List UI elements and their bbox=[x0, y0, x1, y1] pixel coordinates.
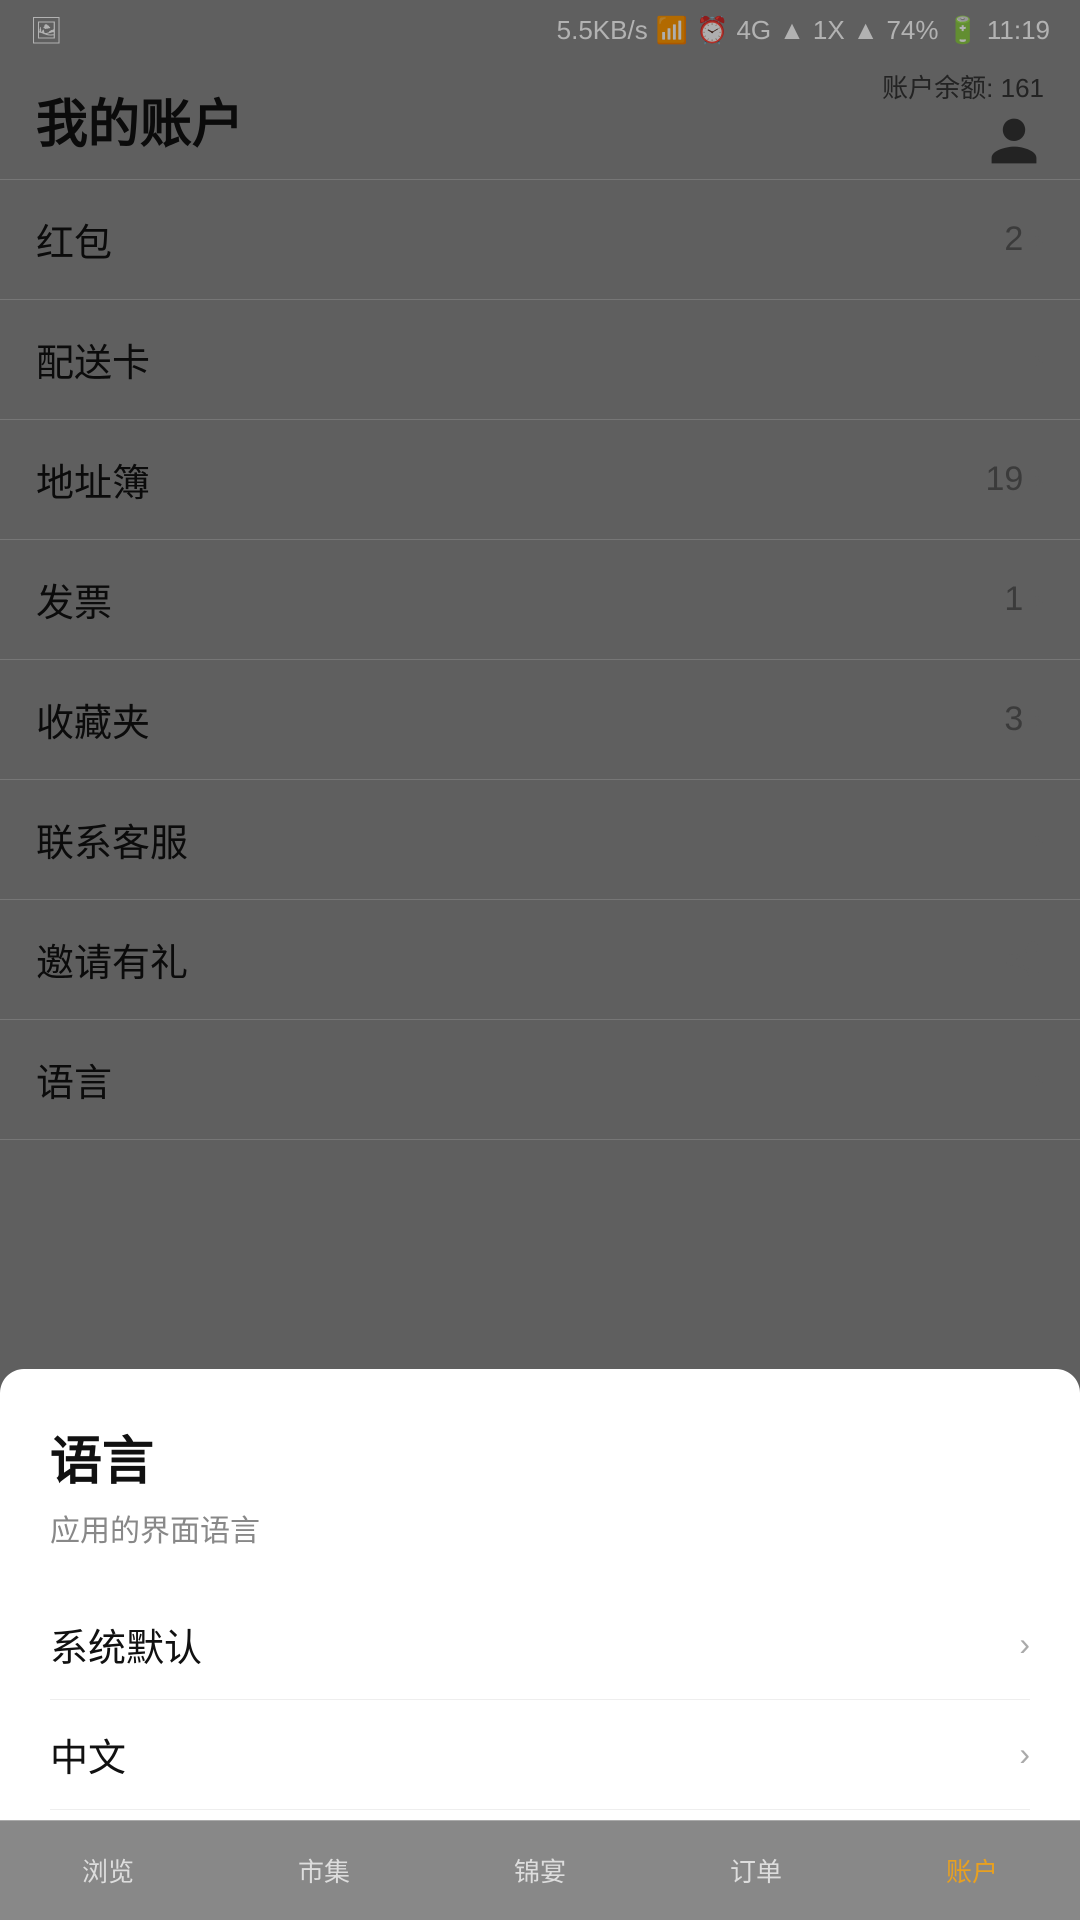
dialog-option-chinese[interactable]: 中文 › bbox=[50, 1700, 1030, 1810]
nav-label-market: 市集 bbox=[298, 1852, 350, 1889]
nav-item-browse[interactable]: 浏览 bbox=[0, 1821, 216, 1920]
nav-label-orders: 订单 bbox=[730, 1852, 782, 1889]
dialog-subtitle: 应用的界面语言 bbox=[50, 1506, 1030, 1550]
nav-item-account[interactable]: 账户 bbox=[864, 1821, 1080, 1920]
dialog-title: 语言 bbox=[50, 1419, 1030, 1494]
option-chevron-chinese: › bbox=[1019, 1736, 1030, 1773]
dialog-overlay[interactable]: 语言 应用的界面语言 系统默认 › 中文 › English › bbox=[0, 0, 1080, 1920]
dialog-option-system-default[interactable]: 系统默认 › bbox=[50, 1590, 1030, 1700]
nav-label-browse: 浏览 bbox=[82, 1852, 134, 1889]
bottom-nav: 浏览 市集 锦宴 订单 账户 bbox=[0, 1820, 1080, 1920]
nav-item-feast[interactable]: 锦宴 bbox=[432, 1821, 648, 1920]
nav-label-feast: 锦宴 bbox=[514, 1852, 566, 1889]
option-label-chinese: 中文 bbox=[50, 1727, 126, 1782]
nav-item-market[interactable]: 市集 bbox=[216, 1821, 432, 1920]
nav-item-orders[interactable]: 订单 bbox=[648, 1821, 864, 1920]
nav-label-account: 账户 bbox=[946, 1852, 998, 1889]
option-chevron-system: › bbox=[1019, 1626, 1030, 1663]
option-label-system: 系统默认 bbox=[50, 1617, 202, 1672]
